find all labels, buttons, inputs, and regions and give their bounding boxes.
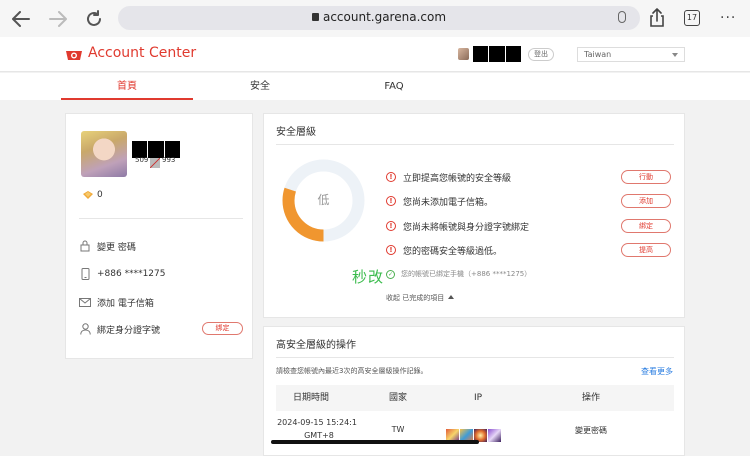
home-indicator [271, 440, 479, 444]
collapse-label: 收起 已完成的項目 [386, 294, 445, 302]
issue-text: 您尚未將帳號與身分證字號綁定 [403, 222, 530, 233]
chevron-down-icon [672, 53, 678, 57]
column-header: 國家 [388, 393, 407, 403]
language-select[interactable]: Taiwan [577, 47, 685, 62]
timezone-cell: GMT+8 [304, 431, 334, 440]
uid-fragment: 993 [162, 156, 176, 164]
history-description: 請檢查您帳號內最近3次的高安全層級操作記錄。 [276, 367, 428, 375]
more-icon[interactable]: ··· [720, 10, 736, 26]
table-row: 2024-09-15 15:24:1 GMT+8 TW 變更密碼 [276, 412, 674, 452]
warning-icon: ! [386, 196, 396, 206]
sidebar-item-label: 綁定身分證字號 [97, 325, 161, 336]
see-more-link[interactable]: 查看更多 [641, 366, 673, 377]
issue-text: 您的密碼安全等級過低。 [403, 246, 503, 257]
chevron-up-icon [448, 295, 455, 299]
reload-icon[interactable] [84, 9, 104, 29]
site-header: Account Center 登出 Taiwan [0, 37, 750, 72]
warning-icon: ! [386, 172, 396, 182]
sidebar-item-label: 添加 電子信箱 [97, 298, 154, 309]
overlay-annotation: 秒改 [352, 268, 385, 286]
divider [276, 144, 674, 145]
issue-item: ! 您的密碼安全等級過低。 [386, 243, 502, 257]
divider [79, 218, 243, 219]
avatar[interactable] [458, 48, 469, 60]
table-header: 日期時間 國家 IP 操作 [276, 385, 674, 411]
microphone-icon[interactable] [618, 11, 626, 23]
tab-home[interactable]: 首頁 [61, 73, 193, 100]
mail-icon [79, 296, 91, 308]
collapse-completed-link[interactable]: 收起 已完成的項目 [386, 293, 455, 303]
site-title: Account Center [88, 45, 197, 61]
action-cell: 變更密碼 [575, 426, 607, 435]
bind-id-button[interactable]: 綁定 [202, 322, 243, 335]
issue-text: 您尚未添加電子信箱。 [403, 197, 494, 208]
uid-fragment: 509 [135, 156, 149, 164]
language-value: Taiwan [584, 50, 612, 59]
column-header: 日期時間 [292, 393, 329, 403]
person-icon [79, 323, 91, 335]
add-email-button[interactable]: 添加 [621, 194, 671, 208]
share-icon[interactable] [648, 8, 666, 28]
redacted-username [473, 46, 521, 62]
add-email-link[interactable]: 添加 電子信箱 [79, 294, 154, 310]
tabs-count-button[interactable]: 17 [684, 10, 700, 26]
phone-item[interactable]: +886 ****1275 [79, 266, 165, 282]
warning-icon: ! [386, 221, 396, 231]
country-cell: TW [391, 425, 405, 434]
tab-security[interactable]: 安全 [194, 73, 326, 100]
issue-item: ! 立即提高您帳號的安全等級 [386, 170, 511, 184]
issue-text: 立即提高您帳號的安全等級 [403, 173, 512, 184]
sidebar-item-label: 變更 密碼 [97, 242, 136, 253]
bind-id-item: 綁定身分證字號 [79, 321, 160, 337]
card-title: 安全層級 [276, 127, 316, 138]
high-security-actions-card: 高安全層級的操作 請檢查您帳號內最近3次的高安全層級操作記錄。 查看更多 日期時… [263, 326, 685, 456]
main-tabs: 首頁 安全 FAQ [0, 73, 750, 100]
forward-icon[interactable] [48, 9, 68, 29]
tab-faq[interactable]: FAQ [328, 73, 460, 100]
address-bar[interactable]: account.garena.com [118, 6, 640, 30]
act-button[interactable]: 行動 [621, 170, 671, 184]
lock-icon [79, 240, 91, 252]
divider [276, 357, 674, 358]
warning-icon: ! [386, 245, 396, 255]
check-icon: ✓ [386, 269, 395, 279]
change-password-link[interactable]: 變更 密碼 [79, 238, 136, 254]
profile-card: 509 993 0 變更 密碼 +886 ****1275 添加 電子信箱 綁定… [65, 113, 253, 359]
shell-icon [83, 191, 93, 199]
bind-id-button[interactable]: 綁定 [621, 219, 671, 233]
back-icon[interactable] [11, 9, 31, 29]
datetime-cell: 2024-09-15 15:24:1 [277, 418, 357, 427]
shell-count: 0 [97, 190, 103, 200]
browser-toolbar: account.garena.com 17 ··· [0, 0, 750, 37]
garena-logo-icon [66, 51, 82, 60]
completed-item: ✓ 您的帳號已綁定手機（+886 ****1275） [386, 269, 531, 279]
card-title: 高安全層級的操作 [276, 340, 356, 351]
redaction-mark [150, 158, 160, 168]
sidebar-item-label: +886 ****1275 [97, 269, 166, 279]
issue-item: ! 您尚未添加電子信箱。 [386, 194, 493, 208]
security-level-card: 安全層級 低 ! 立即提高您帳號的安全等級 行動 ! 您尚未添加電子信箱。 添加… [263, 113, 685, 318]
improve-password-button[interactable]: 提高 [621, 243, 671, 257]
issue-item: ! 您尚未將帳號與身分證字號綁定 [386, 219, 529, 233]
completed-text: 您的帳號已綁定手機（+886 ****1275） [401, 270, 532, 278]
url-text: account.garena.com [322, 10, 447, 24]
column-header: IP [473, 393, 483, 403]
avatar [81, 131, 127, 177]
logout-button[interactable]: 登出 [528, 48, 554, 61]
lock-icon [311, 13, 319, 21]
phone-icon [79, 268, 91, 280]
column-header: 操作 [581, 393, 600, 403]
security-level-label: 低 [317, 193, 330, 207]
